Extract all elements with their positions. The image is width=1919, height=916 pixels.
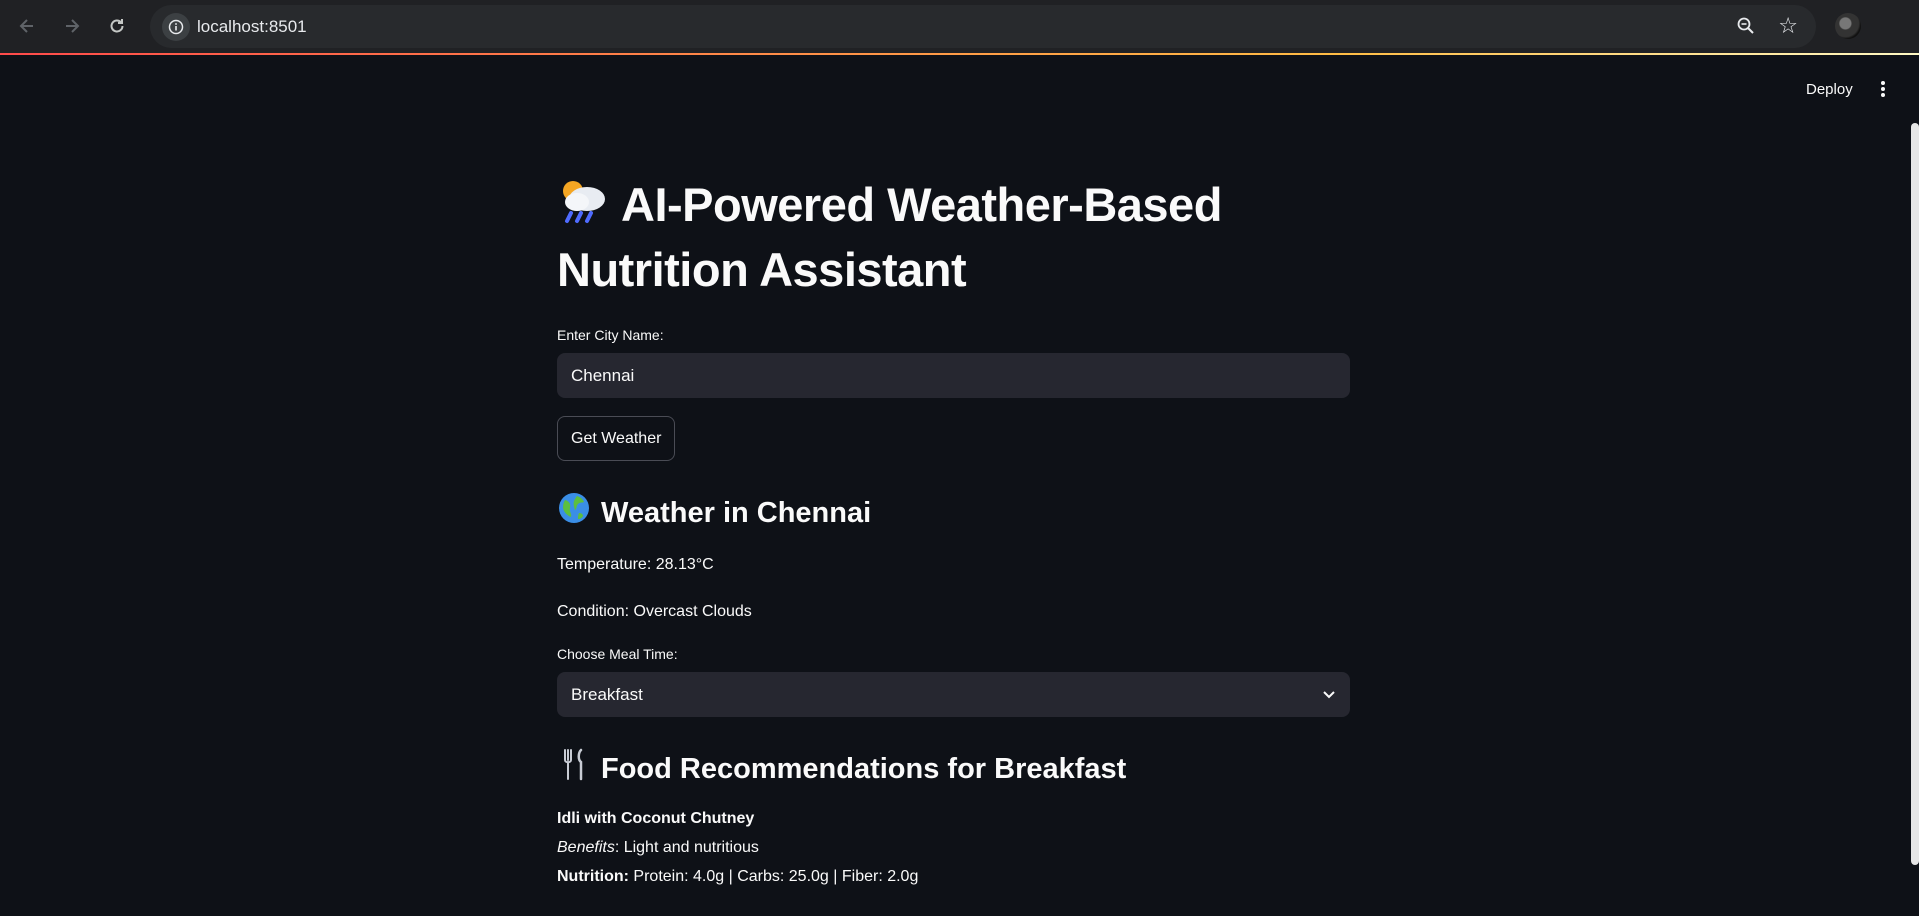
meal-time-select[interactable]: Breakfast — [557, 672, 1350, 718]
url-text: localhost:8501 — [197, 17, 307, 36]
page-scrollbar[interactable] — [1911, 123, 1919, 865]
page-title: AI-Powered Weather-Based Nutrition Assis… — [557, 175, 1350, 299]
meal-label: Choose Meal Time: — [557, 646, 678, 663]
condition-text: Condition: Overcast Clouds — [557, 603, 752, 621]
main-menu-icon[interactable] — [1876, 79, 1890, 99]
zoom-icon[interactable] — [1736, 16, 1756, 41]
browser-toolbar: localhost:8501 ☆ — [0, 0, 1919, 55]
nutrition-label: Nutrition: — [557, 868, 629, 886]
food-heading-text: Food Recommendations for Breakfast — [601, 752, 1127, 785]
globe-icon — [557, 491, 591, 534]
meal-select-value: Breakfast — [571, 684, 643, 704]
food-heading: Food Recommendations for Breakfast — [557, 747, 1350, 790]
city-input[interactable]: Chennai — [557, 353, 1350, 399]
nutrition-text: Protein: 4.0g | Carbs: 25.0g | Fiber: 2.… — [628, 868, 919, 886]
forward-icon[interactable] — [58, 12, 86, 40]
site-info-icon[interactable] — [162, 13, 190, 41]
chevron-down-icon — [1322, 685, 1336, 705]
city-input-value: Chennai — [571, 365, 635, 385]
get-weather-button[interactable]: Get Weather — [557, 416, 676, 462]
city-label: Enter City Name: — [557, 327, 664, 344]
reload-icon[interactable] — [103, 12, 131, 40]
benefits-label: Benefits — [557, 839, 615, 857]
food-name: Idli with Coconut Chutney — [557, 810, 755, 828]
benefits-text: : Light and nutritious — [614, 839, 759, 857]
temperature-text: Temperature: 28.13°C — [557, 556, 714, 574]
back-icon[interactable] — [13, 12, 41, 40]
food-nutrition: Nutrition: Protein: 4.0g | Carbs: 25.0g … — [557, 862, 1350, 891]
weather-heading: Weather in Chennai — [557, 491, 1350, 534]
food-benefits: Benefits: Light and nutritious — [557, 833, 1350, 862]
weather-heading-text: Weather in Chennai — [601, 496, 872, 529]
fork-knife-icon — [557, 747, 591, 790]
cloud-with-sun-rain-icon — [557, 177, 611, 240]
deploy-button[interactable]: Deploy — [1800, 79, 1859, 100]
title-text: AI-Powered Weather-Based Nutrition Assis… — [557, 178, 1222, 297]
app-header: Deploy — [0, 55, 1919, 123]
bookmark-star-icon[interactable]: ☆ — [1778, 15, 1798, 37]
profile-avatar[interactable] — [1835, 13, 1861, 39]
food-recommendation: Idli with Coconut Chutney Benefits: Ligh… — [557, 804, 1350, 891]
address-bar[interactable]: localhost:8501 ☆ — [150, 5, 1816, 48]
main-content: AI-Powered Weather-Based Nutrition Assis… — [557, 175, 1350, 891]
